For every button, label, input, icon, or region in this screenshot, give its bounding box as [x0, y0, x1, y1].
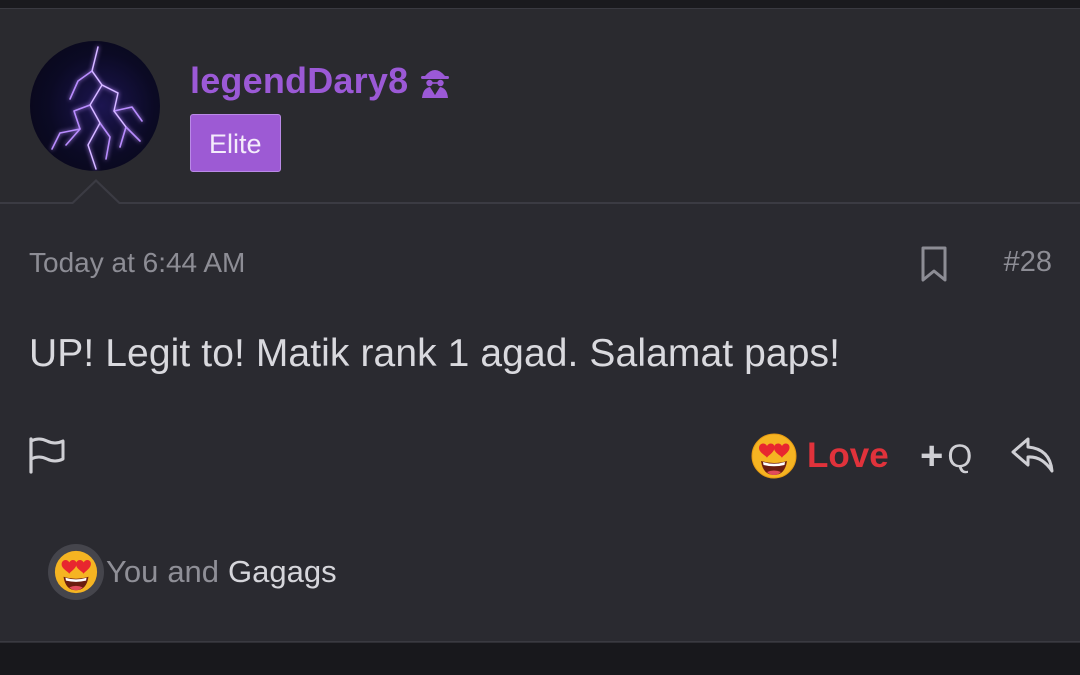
reaction-user-link[interactable]: Gagags [228, 554, 337, 590]
user-title-badge: Elite [190, 114, 281, 172]
avatar-pointer-fill [72, 182, 120, 205]
top-divider [0, 0, 1080, 8]
flag-icon[interactable] [26, 435, 68, 475]
post-message: UP! Legit to! Matik rank 1 agad. Salamat… [29, 332, 841, 375]
love-label: Love [807, 436, 889, 475]
avatar[interactable] [30, 41, 160, 171]
header-divider [0, 202, 1080, 204]
plus-icon: + [920, 434, 944, 478]
bookmark-icon[interactable] [917, 245, 951, 283]
username-link[interactable]: legendDary8 [190, 60, 408, 102]
post-number-link[interactable]: #28 [1004, 246, 1052, 279]
reactions-summary[interactable]: You and Gagags [48, 544, 337, 600]
reply-arrow-icon[interactable] [1008, 433, 1056, 475]
reaction-and-text: and [167, 554, 220, 589]
post-user-header: legendDary8 Elite [0, 9, 1080, 202]
love-reaction-button[interactable]: Love [750, 431, 889, 481]
heart-eyes-emoji-icon [750, 432, 798, 480]
lightning-icon [51, 46, 143, 170]
bottom-divider [0, 642, 1080, 675]
reaction-you-text: You [106, 554, 159, 589]
page: legendDary8 Elite Today at 6:44 AM #28 U… [0, 0, 1080, 675]
forum-post: legendDary8 Elite Today at 6:44 AM #28 U… [0, 8, 1080, 642]
reaction-emoji-badge [48, 544, 104, 600]
username-row: legendDary8 [190, 59, 454, 103]
multiquote-button[interactable]: + Q [920, 433, 972, 479]
multiquote-label: Q [947, 437, 973, 474]
heart-eyes-emoji-icon [53, 549, 99, 595]
spy-icon [416, 62, 454, 100]
post-timestamp[interactable]: Today at 6:44 AM [29, 247, 245, 279]
